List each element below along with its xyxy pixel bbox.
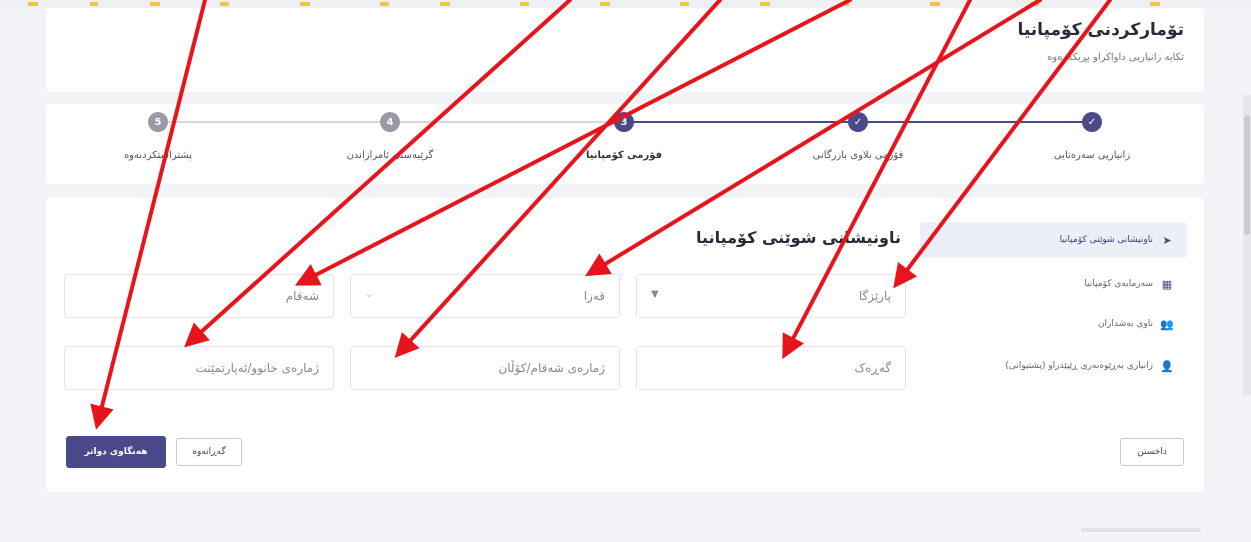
street-number-input[interactable]: ژمارەی شەقام/کۆڵان [350,346,620,390]
user-icon: 👤 [1160,359,1174,373]
page-scrollbar[interactable] [1243,95,1251,395]
step-3-label: فۆرمی کۆمپانیا [585,150,663,161]
form-title: ناونیشانی شوێنی کۆمپانیا [696,228,901,247]
district-select[interactable]: قەزا ⌄ [350,274,620,318]
sidebar-item-label: ناونیشانی شوێنی کۆمپانیا [1059,235,1153,245]
sidebar-item-manager-info[interactable]: زانیاری بەڕێوەبەری ڕێپێدراو (پشتیوانی) 👤 [920,348,1187,384]
sidebar-item-company-address[interactable]: ناونیشانی شوێنی کۆمپانیا ➤ [920,222,1187,258]
province-placeholder: پارێزگا [858,289,891,303]
step-4-indicator[interactable]: 4 [380,112,400,132]
chevron-down-icon: ▼ [651,289,659,300]
sidebar-item-label: ناوی بەشداران [1097,319,1153,329]
footer-text [1081,528,1201,532]
step-5-indicator[interactable]: 5 [148,112,168,132]
sidebar-item-partners[interactable]: ناوی بەشداران 👥 [920,306,1187,342]
city-placeholder: شەقام [285,289,319,303]
step-2-check-icon[interactable]: ✓ [848,112,868,132]
building-icon: ▦ [1161,277,1173,291]
step-5-label: پشتراستکردنەوە [123,150,193,161]
city-input[interactable]: شەقام [64,274,334,318]
bookmarks-bar [0,0,1251,8]
building-number-placeholder: ژمارەی خانوو/ئەپارتمێنت [195,361,320,375]
page-title: تۆمارکردنی کۆمپانیا [1017,20,1184,40]
district-placeholder: قەزا [583,289,605,303]
building-number-input[interactable]: ژمارەی خانوو/ئەپارتمێنت [64,346,334,390]
step-1-check-icon[interactable]: ✓ [1082,112,1102,132]
neighborhood-placeholder: گەڕەک [854,361,892,375]
form-sidebar: ناونیشانی شوێنی کۆمپانیا ➤ سەرمایەی کۆمپ… [920,220,1187,384]
step-1-label: زانیاریی سەرەتایی [1053,150,1131,161]
send-icon: ➤ [1162,233,1172,247]
step-4-label: گرێبەستی ئامرازاندن [346,150,434,161]
step-2-label: فۆرمی بلاوی بازرگانی [812,150,904,161]
sidebar-item-label: سەرمایەی کۆمپانیا [1084,279,1153,289]
street-number-placeholder: ژمارەی شەقام/کۆڵان [498,361,605,375]
neighborhood-input[interactable]: گەڕەک [636,346,906,390]
step-3-indicator[interactable]: 3 [614,112,634,132]
province-select[interactable]: پارێزگا ▼ [636,274,906,318]
users-icon: 👥 [1160,317,1174,331]
sidebar-item-company-capital[interactable]: سەرمایەی کۆمپانیا ▦ [920,266,1187,302]
back-button[interactable]: گەڕانەوە [176,438,242,466]
sidebar-item-label: زانیاری بەڕێوەبەری ڕێپێدراو (پشتیوانی) [1005,361,1153,371]
close-button[interactable]: داخستن [1120,438,1184,466]
chevron-down-icon: ⌄ [365,289,374,300]
next-step-button[interactable]: هەنگاوی دواتر [66,436,166,468]
page-subtitle: تکایە زانیاریی داواکراو پڕبکەرەوە [1047,52,1184,63]
page-header: تۆمارکردنی کۆمپانیا تکایە زانیاریی داواک… [46,8,1204,92]
